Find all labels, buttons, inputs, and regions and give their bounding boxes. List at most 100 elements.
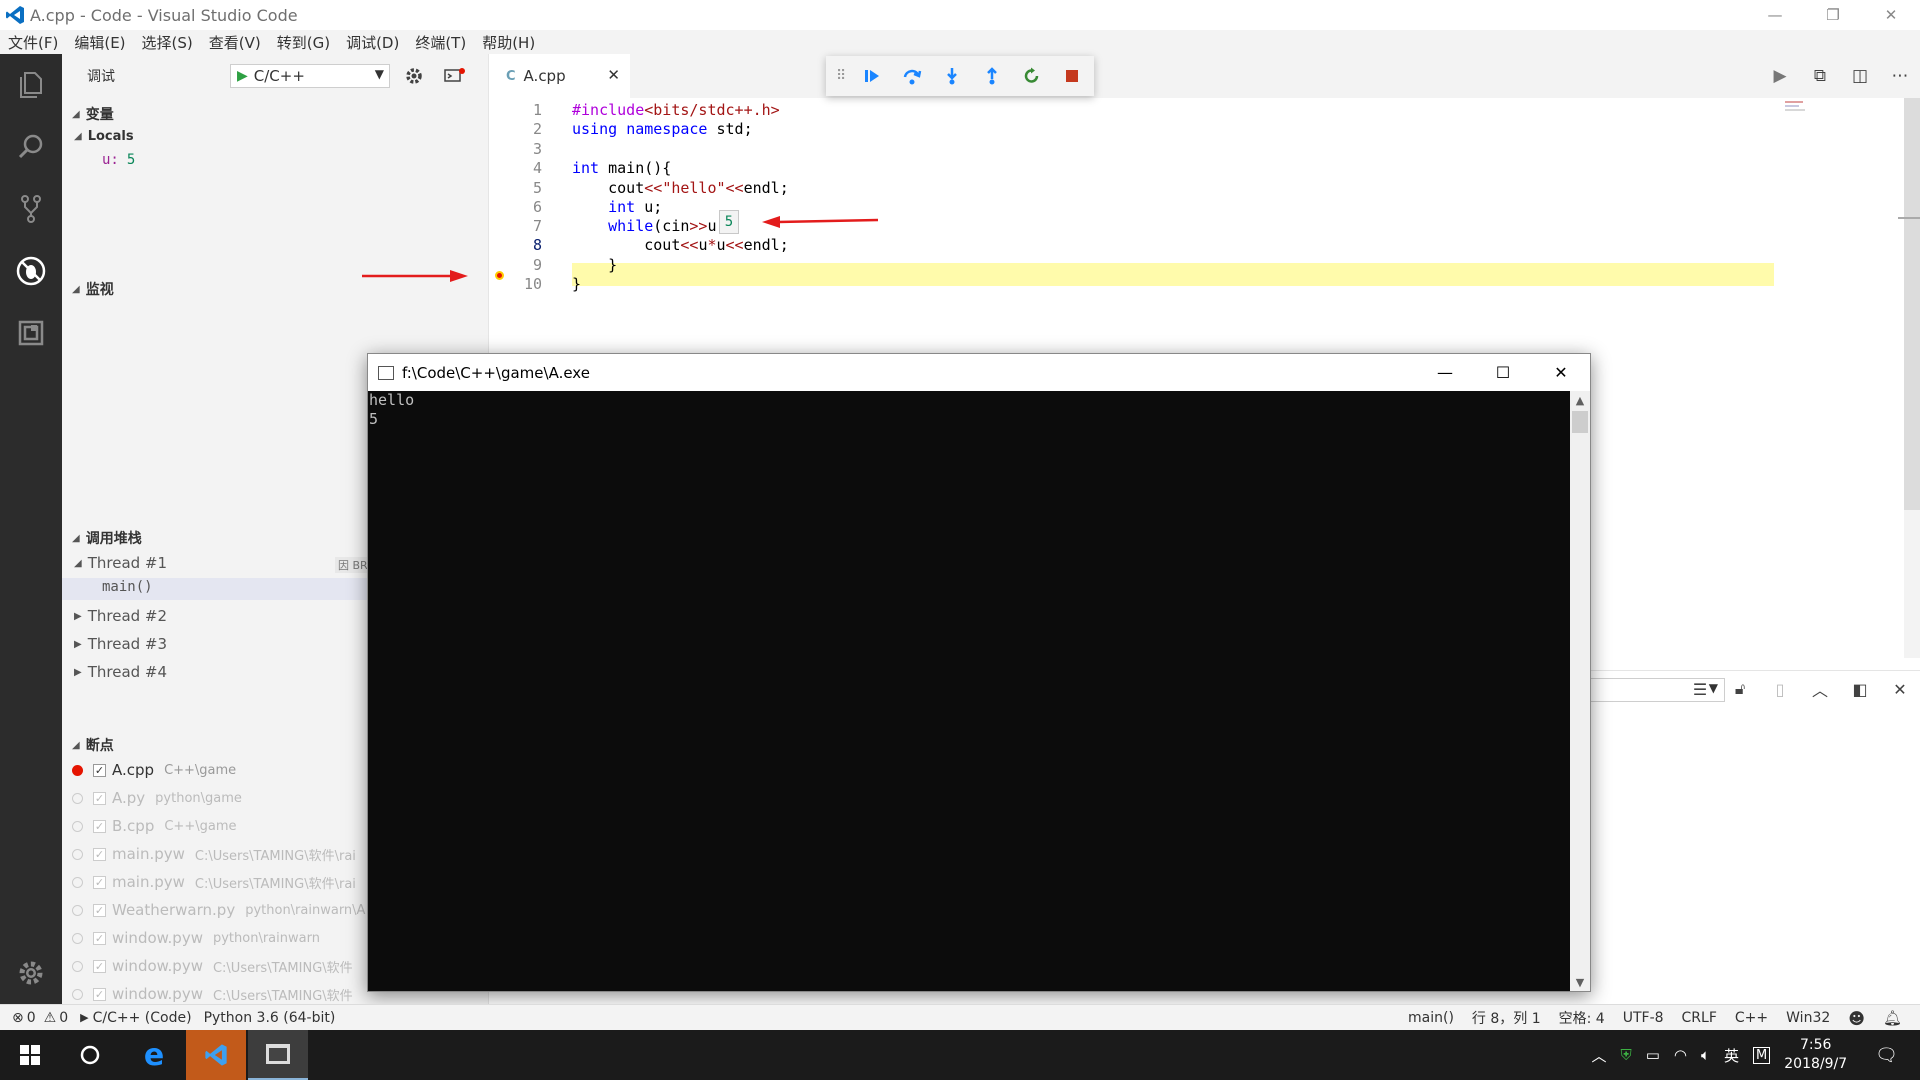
debug-target-status[interactable]: ▶ C/C++ (Code) — [80, 1010, 191, 1026]
console-output[interactable]: hello 5 — [368, 391, 1570, 991]
console-scroll-thumb[interactable] — [1572, 411, 1588, 433]
step-out-button[interactable] — [972, 56, 1012, 96]
thread-row[interactable]: ◢ Thread #1 — [74, 554, 167, 572]
scroll-down-icon[interactable]: ▼ — [1570, 973, 1590, 991]
breakpoint-checkbox[interactable]: ✓ — [93, 847, 106, 861]
manage-activity[interactable] — [0, 942, 62, 1004]
start-debugging-icon[interactable]: ▶ — [237, 68, 248, 84]
debug-console-button[interactable] — [443, 64, 467, 88]
drag-handle-icon[interactable]: ⠿ — [836, 68, 846, 84]
debug-config-select[interactable]: ▶ C/C++ ▼ — [230, 64, 390, 88]
tab-a-cpp[interactable]: C A.cpp ✕ — [490, 54, 630, 98]
console-window[interactable]: f:\Code\C++\game\A.exe — ☐ ✕ hello 5 ▲ ▼ — [367, 353, 1591, 992]
breakpoint-checkbox[interactable]: ✓ — [93, 931, 106, 945]
ime-language-indicator[interactable]: 英 — [1724, 1045, 1739, 1066]
clear-console-button[interactable]: ☰ — [1680, 671, 1720, 707]
cursor-position-status[interactable]: 行 8，列 1 — [1472, 1008, 1541, 1028]
wifi-icon[interactable]: ◠ — [1674, 1046, 1687, 1064]
restore-button[interactable]: ❐ — [1804, 0, 1862, 30]
breakpoint-checkbox[interactable]: ✓ — [93, 875, 106, 889]
restart-button[interactable] — [1012, 56, 1052, 96]
menu-goto[interactable]: 转到(G) — [269, 32, 338, 53]
breakpoint-checkbox[interactable]: ✓ — [93, 791, 106, 805]
taskbar-clock[interactable]: 7:56 2018/9/7 — [1784, 1036, 1847, 1074]
breakpoint-checkbox[interactable]: ✓ — [93, 903, 106, 917]
console-title-bar[interactable]: f:\Code\C++\game\A.exe — ☐ ✕ — [368, 354, 1590, 391]
continue-button[interactable] — [852, 56, 892, 96]
open-changes-button[interactable]: ⧉ — [1800, 54, 1840, 98]
scope-status[interactable]: main() — [1408, 1010, 1454, 1026]
breakpoint-row[interactable]: ✓ window.pyw C:\Users\TAMING\软件 — [72, 956, 353, 976]
breakpoint-row[interactable]: ✓ Weatherwarn.py python\rainwarn\A — [72, 900, 365, 920]
split-editor-button[interactable]: ◫ — [1840, 54, 1880, 98]
edge-taskbar-button[interactable]: e — [124, 1030, 184, 1080]
callstack-section-header[interactable]: ◢ 调用堆栈 — [72, 528, 142, 548]
problems-status[interactable]: ⊗ 0 ⚠ 0 — [12, 1010, 68, 1026]
close-panel-button[interactable]: ✕ — [1880, 671, 1920, 707]
breakpoint-row[interactable]: ✓ A.py python\game — [72, 788, 242, 808]
minimap[interactable] — [1784, 100, 1808, 114]
maximize-panel-button[interactable]: ︿ — [1800, 671, 1840, 707]
show-hidden-icons-chevron-icon[interactable]: ︿ — [1591, 1045, 1606, 1066]
console-maximize-button[interactable]: ☐ — [1474, 354, 1532, 391]
breakpoint-row[interactable]: ✓ window.pyw python\rainwarn — [72, 928, 320, 948]
notifications-bell-icon[interactable]: 🔔︎ — [1883, 1009, 1902, 1027]
editor-scrollbar-thumb[interactable] — [1904, 98, 1920, 510]
volume-icon[interactable]: 🔈︎ — [1701, 1046, 1710, 1064]
breakpoint-checkbox[interactable]: ✓ — [93, 819, 106, 833]
breakpoint-row[interactable]: ✓ main.pyw C:\Users\TAMING\软件\rai — [72, 844, 356, 864]
breakpoint-checkbox[interactable]: ✓ — [93, 959, 106, 973]
start-button[interactable] — [0, 1030, 60, 1080]
watch-section-header[interactable]: ◢ 监视 — [72, 279, 114, 299]
python-interpreter-status[interactable]: Python 3.6 (64-bit) — [204, 1010, 336, 1026]
thread-row[interactable]: ▶ Thread #2 — [74, 607, 167, 625]
extensions-activity[interactable] — [0, 302, 62, 364]
toggle-panel-position-button[interactable]: ◧ — [1840, 671, 1880, 707]
search-activity[interactable] — [0, 116, 62, 178]
scroll-up-icon[interactable]: ▲ — [1570, 391, 1590, 409]
breakpoints-section-header[interactable]: ◢ 断点 — [72, 735, 114, 755]
console-close-button[interactable]: ✕ — [1532, 354, 1590, 391]
scroll-lock-button[interactable]: 🔓︎ — [1720, 671, 1760, 707]
explorer-activity[interactable] — [0, 54, 62, 116]
console-scrollbar[interactable]: ▲ ▼ — [1570, 391, 1590, 991]
close-tab-icon[interactable]: ✕ — [607, 66, 620, 84]
open-log-button[interactable]: ▯ — [1760, 671, 1800, 707]
language-mode-status[interactable]: C++ — [1735, 1010, 1768, 1026]
stack-frame-row[interactable]: main() — [102, 579, 153, 595]
locals-scope[interactable]: ◢ Locals — [74, 129, 134, 144]
eol-status[interactable]: CRLF — [1682, 1010, 1717, 1026]
menu-debug[interactable]: 调试(D) — [338, 32, 407, 53]
step-into-button[interactable] — [932, 56, 972, 96]
action-center-icon[interactable]: 🗨︎ — [1875, 1045, 1898, 1066]
vscode-taskbar-button[interactable] — [186, 1030, 246, 1080]
console-minimize-button[interactable]: — — [1416, 354, 1474, 391]
thread-row[interactable]: ▶ Thread #3 — [74, 635, 167, 653]
menu-edit[interactable]: 编辑(E) — [66, 32, 133, 53]
stop-button[interactable] — [1052, 56, 1092, 96]
breakpoint-row[interactable]: ✓ A.cpp C++\game — [72, 760, 236, 780]
step-over-button[interactable] — [892, 56, 932, 96]
console-taskbar-button[interactable] — [248, 1030, 308, 1080]
menu-terminal[interactable]: 终端(T) — [407, 32, 474, 53]
breakpoint-row[interactable]: ✓ main.pyw C:\Users\TAMING\软件\rai — [72, 872, 356, 892]
encoding-status[interactable]: UTF-8 — [1623, 1010, 1664, 1026]
security-shield-icon[interactable]: ⛨ — [1620, 1046, 1631, 1064]
run-button[interactable]: ▶ — [1760, 54, 1800, 98]
variables-section-header[interactable]: ◢ 变量 — [72, 104, 114, 124]
debug-activity[interactable] — [0, 240, 62, 302]
platform-status[interactable]: Win32 — [1786, 1010, 1830, 1026]
minimize-button[interactable]: — — [1746, 0, 1804, 30]
breakpoint-checkbox[interactable]: ✓ — [93, 763, 106, 777]
menu-view[interactable]: 查看(V) — [201, 32, 269, 53]
breakpoint-row[interactable]: ✓ B.cpp C++\game — [72, 816, 236, 836]
ime-mode-indicator[interactable]: M — [1753, 1046, 1771, 1064]
scm-activity[interactable] — [0, 178, 62, 240]
cortana-button[interactable] — [60, 1030, 120, 1080]
breakpoint-row[interactable]: ✓ window.pyw C:\Users\TAMING\软件 — [72, 984, 353, 1004]
close-window-button[interactable]: ✕ — [1862, 0, 1920, 30]
feedback-smiley-icon[interactable]: ☻ — [1848, 1009, 1865, 1028]
menu-file[interactable]: 文件(F) — [0, 32, 66, 53]
menu-selection[interactable]: 选择(S) — [134, 32, 201, 53]
thread-row[interactable]: ▶ Thread #4 — [74, 663, 167, 681]
